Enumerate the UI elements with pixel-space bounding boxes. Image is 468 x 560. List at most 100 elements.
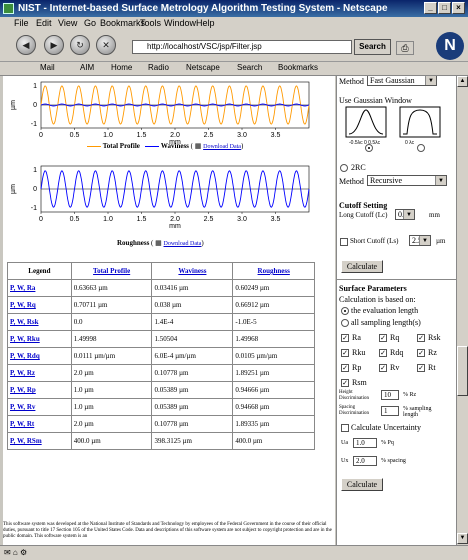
back-button[interactable]: ◀ <box>16 35 36 55</box>
param-checkbox-rv[interactable]: ✓ <box>379 364 387 372</box>
long-cutoff-select[interactable]: 0.8▼ <box>395 209 415 220</box>
cell-total-profile: 1.0 µm <box>70 398 153 416</box>
param-checkbox-rsk[interactable]: ✓ <box>417 334 425 342</box>
row-legend-link[interactable]: P, W, Ra <box>7 279 72 297</box>
y-tick-label: 0 <box>33 102 37 109</box>
height-disc-input[interactable]: 10 <box>381 390 399 400</box>
table-row: P, W, Rdq 0.0111 µm/µm 6.0E-4 µm/µm 0.0105 … <box>7 347 315 365</box>
param-checkbox-rq[interactable]: ✓ <box>379 334 387 342</box>
cell-roughness: 1.49968 <box>232 330 315 348</box>
row-legend-link[interactable]: P, W, RSm <box>7 432 72 450</box>
param-checkbox-ra[interactable]: ✓ <box>341 334 349 342</box>
svg-text:0 λc: 0 λc <box>405 140 415 146</box>
all-sampling-radio[interactable] <box>341 319 349 327</box>
ux-input[interactable]: 2.0 <box>353 456 377 466</box>
cell-waviness: 0.10778 µm <box>151 415 234 433</box>
spacing-disc-unit: % sampling length <box>403 406 432 418</box>
rc-radio[interactable] <box>340 164 348 172</box>
uncertainty-checkbox[interactable] <box>341 424 349 432</box>
cell-roughness: 0.94668 µm <box>232 398 315 416</box>
x-tick-label: 2.5 <box>204 216 214 223</box>
bookmark-home[interactable]: Home <box>111 63 132 72</box>
menu-edit[interactable]: Edit <box>36 18 52 28</box>
maximize-button[interactable]: □ <box>438 2 451 14</box>
method2-select-value: Recursive <box>370 176 402 185</box>
menu-go[interactable]: Go <box>84 18 96 28</box>
reload-button[interactable]: ↻ <box>70 35 90 55</box>
menu-view[interactable]: View <box>58 18 77 28</box>
header-roughness[interactable]: Roughness <box>232 262 315 280</box>
disclaimer-text: This software system was developed at th… <box>3 522 332 539</box>
bookmark-bookmarks[interactable]: Bookmarks <box>278 63 318 72</box>
menu-help[interactable]: Help <box>196 18 215 28</box>
calculate-params-button[interactable]: Calculate <box>341 478 383 491</box>
gaussian-window-radio-2[interactable] <box>417 144 425 152</box>
row-legend-link[interactable]: P, W, Rt <box>7 415 72 433</box>
header-total-profile[interactable]: Total Profile <box>70 262 153 280</box>
chevron-down-icon: ▼ <box>425 76 436 85</box>
row-legend-link[interactable]: P, W, Rku <box>7 330 72 348</box>
all-sampling-label: all sampling length(s) <box>351 318 421 327</box>
table-row: P, W, Rv 1.0 µm 0.05389 µm 0.94668 µm <box>7 398 315 416</box>
download-waviness-link[interactable]: Download Data <box>203 144 241 150</box>
close-button[interactable]: × <box>452 2 465 14</box>
calculate-filter-button[interactable]: Calculate <box>341 260 383 273</box>
cell-total-profile: 0.70711 µm <box>70 296 153 314</box>
param-checkbox-rt[interactable]: ✓ <box>417 364 425 372</box>
cell-total-profile: 0.63663 µm <box>70 279 153 297</box>
download-roughness-link[interactable]: Download Data <box>164 241 202 247</box>
netscape-app-icon <box>3 3 14 14</box>
row-legend-link[interactable]: P, W, Rq <box>7 296 72 314</box>
menu-tools[interactable]: Tools <box>140 18 161 28</box>
param-label-ra: Ra <box>352 333 361 342</box>
gaussian-window-radio-1[interactable] <box>365 144 373 152</box>
cell-waviness: 0.05389 µm <box>151 398 234 416</box>
stop-button[interactable]: ✕ <box>96 35 116 55</box>
param-checkbox-rdq[interactable]: ✓ <box>379 349 387 357</box>
short-cutoff-select[interactable]: 2.5 ▼ <box>409 235 431 246</box>
bookmark-netscape[interactable]: Netscape <box>186 63 220 72</box>
row-legend-link[interactable]: P, W, Rp <box>7 381 72 399</box>
bookmark-radio[interactable]: Radio <box>148 63 169 72</box>
header-waviness[interactable]: Waviness <box>151 262 234 280</box>
print-icon[interactable]: ⎙ <box>396 41 414 55</box>
row-legend-link[interactable]: P, W, Rdq <box>7 347 72 365</box>
row-legend-link[interactable]: P, W, Rsk <box>7 313 72 331</box>
short-cutoff-checkbox[interactable] <box>340 238 348 246</box>
method2-select[interactable]: Recursive ▼ <box>367 175 447 186</box>
param-checkbox-rp[interactable]: ✓ <box>341 364 349 372</box>
row-legend-link[interactable]: P, W, Rz <box>7 364 72 382</box>
search-button[interactable]: Search <box>354 39 391 55</box>
param-label-rdq: Rdq <box>390 348 404 357</box>
forward-button[interactable]: ▶ <box>44 35 64 55</box>
scroll-down-arrow[interactable]: ▼ <box>457 533 468 544</box>
vertical-scrollbar[interactable]: ▲ ▼ <box>456 76 468 545</box>
y-tick-label: 0 <box>33 186 37 193</box>
menu-bookmarks[interactable]: Bookmarks <box>100 18 145 28</box>
param-checkbox-rsm[interactable]: ✓ <box>341 379 349 387</box>
minimize-button[interactable]: _ <box>424 2 437 14</box>
y-tick-label: -1 <box>31 205 37 212</box>
netscape-logo[interactable]: N <box>436 32 464 60</box>
ua-input[interactable]: 1.0 <box>353 438 377 448</box>
menu-file[interactable]: File <box>14 18 29 28</box>
scroll-thumb[interactable] <box>457 346 468 396</box>
menu-window[interactable]: Window <box>164 18 196 28</box>
table-row: P, W, Rt 2.0 µm 0.10778 µm 1.89335 µm <box>7 415 315 433</box>
x-tick-label: 3.0 <box>237 132 247 139</box>
bookmark-search[interactable]: Search <box>237 63 262 72</box>
url-field[interactable]: http://localhost/VSC/jsp/Filter.jsp <box>132 40 352 54</box>
short-cutoff-unit: µm <box>436 237 446 245</box>
param-checkbox-rku[interactable]: ✓ <box>341 349 349 357</box>
spacing-disc-input[interactable]: 1 <box>381 406 399 416</box>
param-label-rt: Rt <box>428 363 436 372</box>
bookmark-mail[interactable]: Mail <box>40 63 55 72</box>
download-icon: ▦ <box>194 142 202 150</box>
param-checkbox-rz[interactable]: ✓ <box>417 349 425 357</box>
bookmark-aim[interactable]: AIM <box>80 63 94 72</box>
row-legend-link[interactable]: P, W, Rv <box>7 398 72 416</box>
table-row: P, W, Rz 2.0 µm 0.10778 µm 1.89251 µm <box>7 364 315 382</box>
eval-length-radio[interactable] <box>341 307 349 315</box>
scroll-up-arrow[interactable]: ▲ <box>457 76 468 87</box>
method-select[interactable]: Fast Gaussian ▼ <box>367 76 437 86</box>
